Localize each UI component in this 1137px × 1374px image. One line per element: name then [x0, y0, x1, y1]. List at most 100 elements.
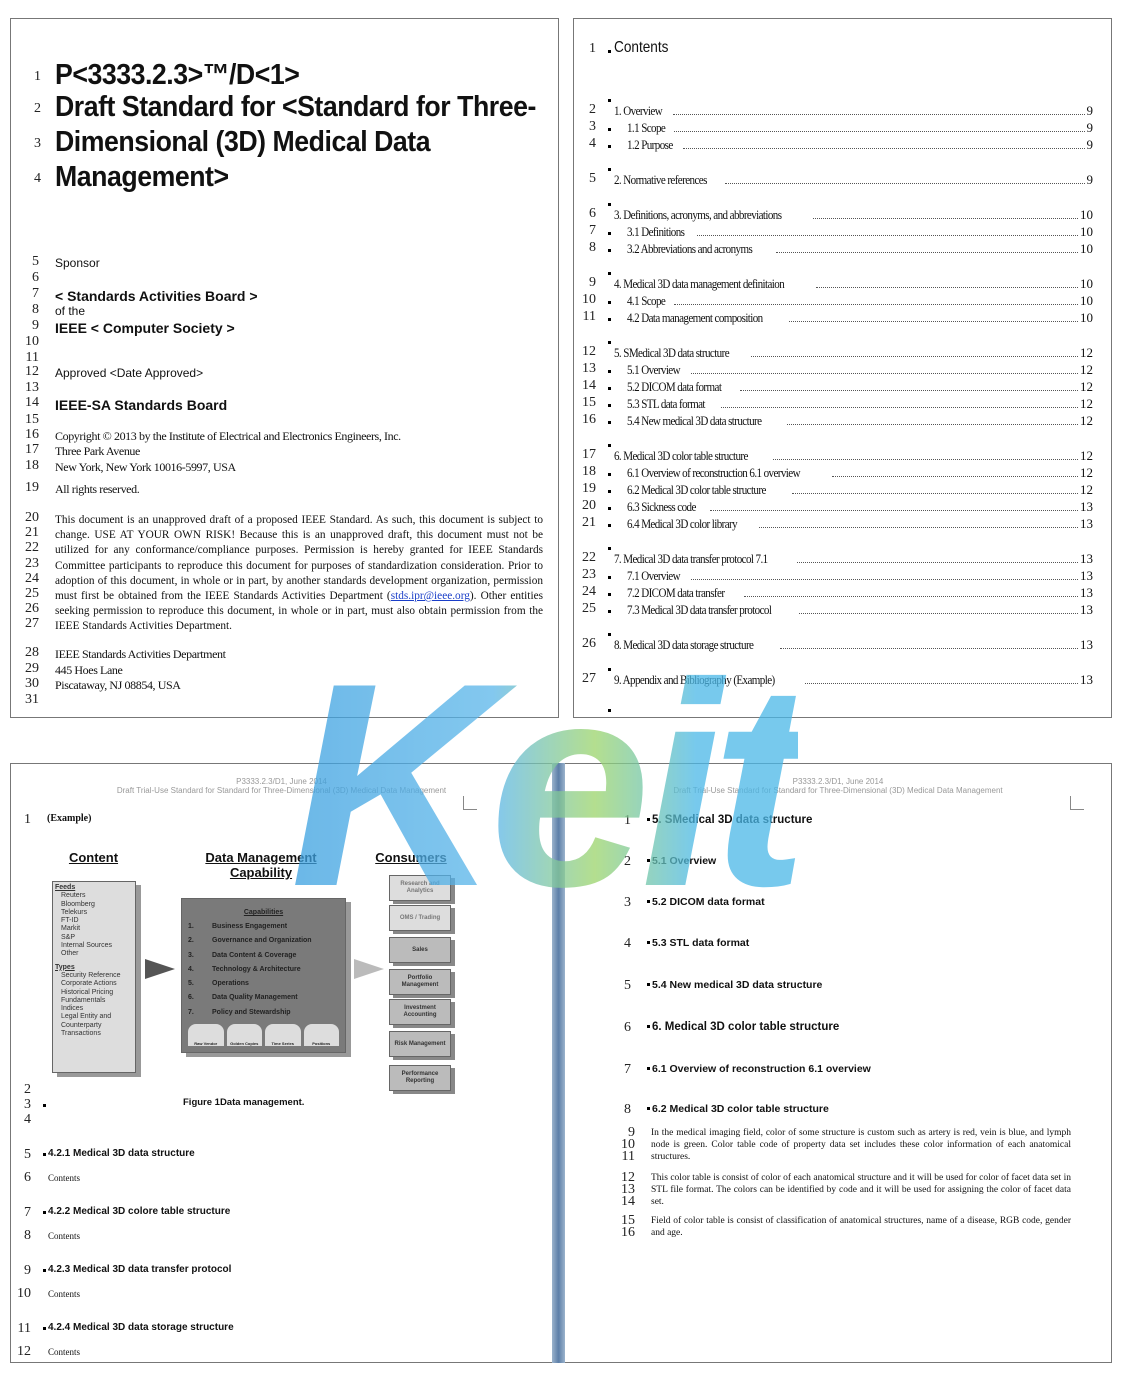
page-title-page: 1 P<3333.2.3>™/D<1> 2 Draft Standard for <S…	[10, 18, 559, 718]
toc-entry[interactable]: 8. Medical 3D data storage structure 13	[614, 637, 1093, 653]
capability-item: 1. Business Engagement	[188, 920, 339, 934]
line-number: 4	[589, 136, 596, 151]
capability-number: 2.	[188, 937, 194, 945]
toc-entry[interactable]: 9. Appendix and Bibliography (Example) 13	[614, 672, 1093, 688]
line-number: 12	[17, 1344, 31, 1359]
type-item: Security Reference	[61, 971, 121, 979]
toc-entry[interactable]: 6.2 Medical 3D color table structure 12	[627, 482, 1093, 498]
bullet-mark	[608, 99, 611, 102]
toc-entry[interactable]: 5.1 Overview 12	[627, 362, 1093, 378]
type-item: Transactions	[61, 1030, 101, 1038]
type-item: Historical Pricing	[61, 988, 114, 996]
toc-page-number: 13	[1080, 672, 1093, 687]
bullet-mark	[647, 941, 650, 944]
toc-entry[interactable]: 4. Medical 3D data management definitaio…	[614, 276, 1093, 292]
toc-page-number: 12	[1080, 396, 1093, 411]
bullet-mark	[608, 145, 611, 148]
bullet-mark	[43, 1153, 46, 1156]
bullet-mark	[608, 668, 611, 671]
toc-leader-dots	[779, 648, 1078, 649]
bullet-mark	[43, 1211, 46, 1214]
toc-entry[interactable]: 7. Medical 3D data transfer protocol 7.1…	[614, 551, 1093, 567]
consumer-box: Performance Reporting	[389, 1065, 451, 1091]
toc-leader-dots	[709, 510, 1078, 511]
toc-entry[interactable]: 7.3 Medical 3D data transfer protocol 13	[627, 602, 1093, 618]
toc-entry[interactable]: 2. Normative references 9	[614, 172, 1093, 188]
line-number: 1	[624, 813, 631, 828]
line-number: 3	[24, 1097, 31, 1112]
toc-entry[interactable]: 6.1 Overview of reconstruction 6.1 overv…	[627, 465, 1093, 481]
line-number: 11	[582, 309, 596, 324]
line-number: 17	[582, 447, 596, 462]
feed-item: FT-ID	[61, 917, 79, 925]
line-number: 10	[582, 292, 596, 307]
toc-entry[interactable]: 5.4 New medical 3D data structure 12	[627, 413, 1093, 429]
body-paragraph: In the medical imaging field, color of s…	[651, 1128, 1071, 1162]
toc-page-number: 9	[1086, 137, 1094, 152]
toc-entry-title: 7. Medical 3D data transfer protocol 7.1	[614, 551, 768, 566]
capability-name: Data Quality Management	[212, 994, 298, 1002]
line-number: 28	[25, 645, 39, 660]
capability-name: Governance and Organization	[212, 937, 312, 945]
line-number: 1	[24, 812, 31, 827]
line-number: 6	[589, 206, 596, 221]
toc-entry-title: 6.2 Medical 3D color table structure	[627, 482, 766, 497]
notice-email-link[interactable]: stds.ipr@ieee.org	[391, 590, 470, 602]
line-number: 6	[32, 270, 39, 285]
title-line: Management>	[55, 161, 229, 193]
toc-entry[interactable]: 7.2 DICOM data transfer 13	[627, 585, 1093, 601]
bullet-mark	[608, 168, 611, 171]
address-line: Piscataway, NJ 08854, USA	[55, 678, 181, 692]
toc-entry[interactable]: 3.1 Definitions 10	[627, 224, 1093, 240]
front-matter-line: Approved <Date Approved>	[55, 366, 204, 380]
bullet-mark	[608, 203, 611, 206]
feed-item: Reuters	[61, 892, 86, 900]
toc-entry[interactable]: 5. SMedical 3D data structure 12	[614, 345, 1093, 361]
line-number: 22	[582, 550, 596, 565]
toc-entry-title: 5. SMedical 3D data structure	[614, 345, 730, 360]
feed-item: Markit	[61, 925, 81, 933]
line-number: 16	[582, 412, 596, 427]
bullet-mark	[647, 1107, 650, 1110]
line-number: 4	[34, 171, 41, 186]
bullet-mark	[608, 490, 611, 493]
consumer-box: Sales	[389, 937, 451, 963]
toc-entry[interactable]: 5.3 STL data format 12	[627, 396, 1093, 412]
section-heading: 6.2 Medical 3D color table structure	[652, 1103, 829, 1115]
line-number: 12	[25, 364, 39, 379]
toc-entry[interactable]: 6.4 Medical 3D color library 13	[627, 516, 1093, 532]
toc-entry-title: 6.3 Sickness code	[627, 499, 696, 514]
toc-entry[interactable]: 7.1 Overview 13	[627, 568, 1093, 584]
toc-entry[interactable]: 1. Overview 9	[614, 103, 1093, 119]
toc-leader-dots	[739, 390, 1078, 391]
toc-page-number: 13	[1080, 602, 1093, 617]
toc-entry[interactable]: 4.2 Data management composition 10	[627, 310, 1093, 326]
toc-entry[interactable]: 1.2 Purpose 9	[627, 137, 1093, 153]
line-number: 31	[25, 691, 39, 707]
toc-page-number: 12	[1080, 379, 1093, 394]
data-management-figure: Content Data Management Capability Consume…	[31, 846, 471, 1096]
capability-number: 7.	[188, 1008, 194, 1016]
toc-entry[interactable]: 3. Definitions, acronyms, and abbreviati…	[614, 207, 1093, 223]
toc-entry-title: 7.2 DICOM data transfer	[627, 585, 725, 600]
toc-entry[interactable]: 6. Medical 3D color table structure 12	[614, 448, 1093, 464]
toc-entry[interactable]: 5.2 DICOM data format 12	[627, 379, 1093, 395]
toc-page-number: 10	[1080, 293, 1093, 308]
toc-leader-dots	[673, 131, 1085, 132]
line-number: 27	[25, 616, 39, 632]
line-number: 14	[25, 395, 39, 410]
toc-entry[interactable]: 3.2 Abbreviations and acronyms 10	[627, 241, 1093, 257]
front-matter-line: IEEE-SA Standards Board	[55, 397, 228, 413]
line-number: 7	[624, 1062, 631, 1077]
toc-entry-title: 1. Overview	[614, 103, 663, 118]
data-store-cylinder: Golden Copies	[226, 1024, 262, 1047]
toc-entry[interactable]: 1.1 Scope 9	[627, 120, 1093, 136]
bullet-mark	[608, 633, 611, 636]
toc-entry[interactable]: 4.1 Scope 10	[627, 293, 1093, 309]
toc-entry-title: 7.1 Overview	[627, 568, 681, 583]
capability-name: Operations	[212, 980, 249, 988]
toc-entry[interactable]: 6.3 Sickness code 13	[627, 499, 1093, 515]
line-number: 12	[582, 344, 596, 359]
toc-entry-title: 3.1 Definitions	[627, 224, 685, 239]
section-heading: 5.4 New medical 3D data structure	[652, 979, 823, 991]
